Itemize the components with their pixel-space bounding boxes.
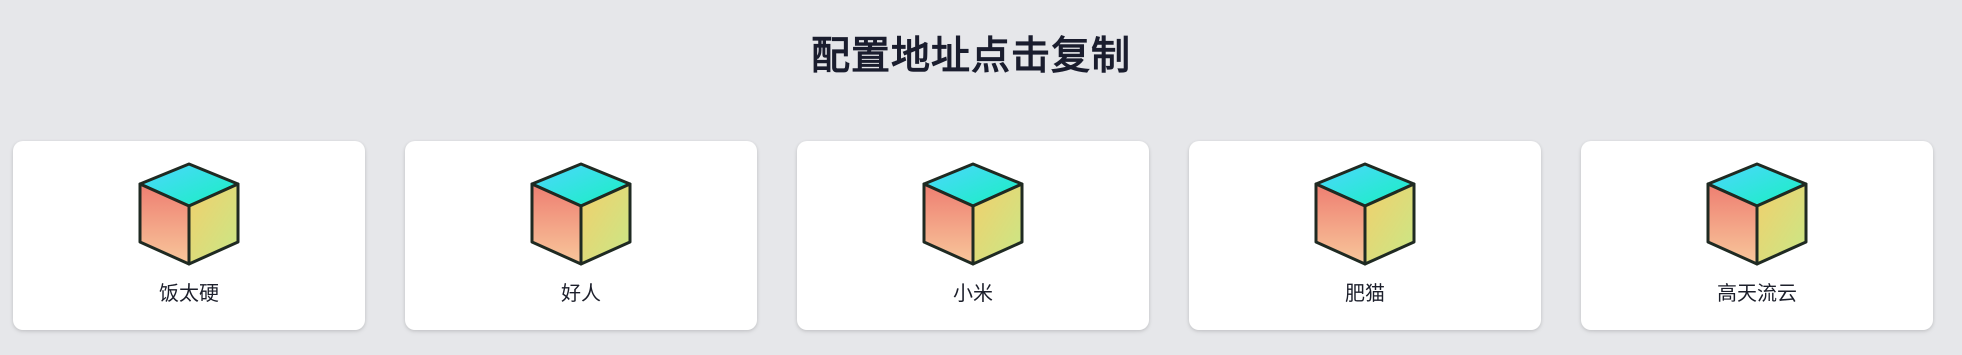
card-label: 高天流云 — [1717, 281, 1797, 305]
card-label: 好人 — [561, 281, 601, 305]
config-card-xiaomi[interactable]: 小米 — [797, 141, 1149, 330]
config-card-haoren[interactable]: 好人 — [405, 141, 757, 330]
cube-icon — [1313, 160, 1417, 268]
cube-icon — [529, 160, 633, 268]
card-label: 小米 — [953, 281, 993, 305]
cube-icon — [1705, 160, 1809, 268]
page: 配置地址点击复制 饭太硬 好人 小米 肥猫 高天流云 — [0, 0, 1962, 355]
config-card-list: 饭太硬 好人 小米 肥猫 高天流云 — [13, 141, 1933, 330]
config-card-fantaiying[interactable]: 饭太硬 — [13, 141, 365, 330]
page-title: 配置地址点击复制 — [810, 34, 1131, 79]
cube-icon — [921, 160, 1025, 268]
card-label: 肥猫 — [1345, 281, 1385, 305]
cube-icon — [137, 160, 241, 268]
card-label: 饭太硬 — [159, 281, 219, 305]
config-card-feimao[interactable]: 肥猫 — [1189, 141, 1541, 330]
config-card-gaotianliuyun[interactable]: 高天流云 — [1581, 141, 1933, 330]
